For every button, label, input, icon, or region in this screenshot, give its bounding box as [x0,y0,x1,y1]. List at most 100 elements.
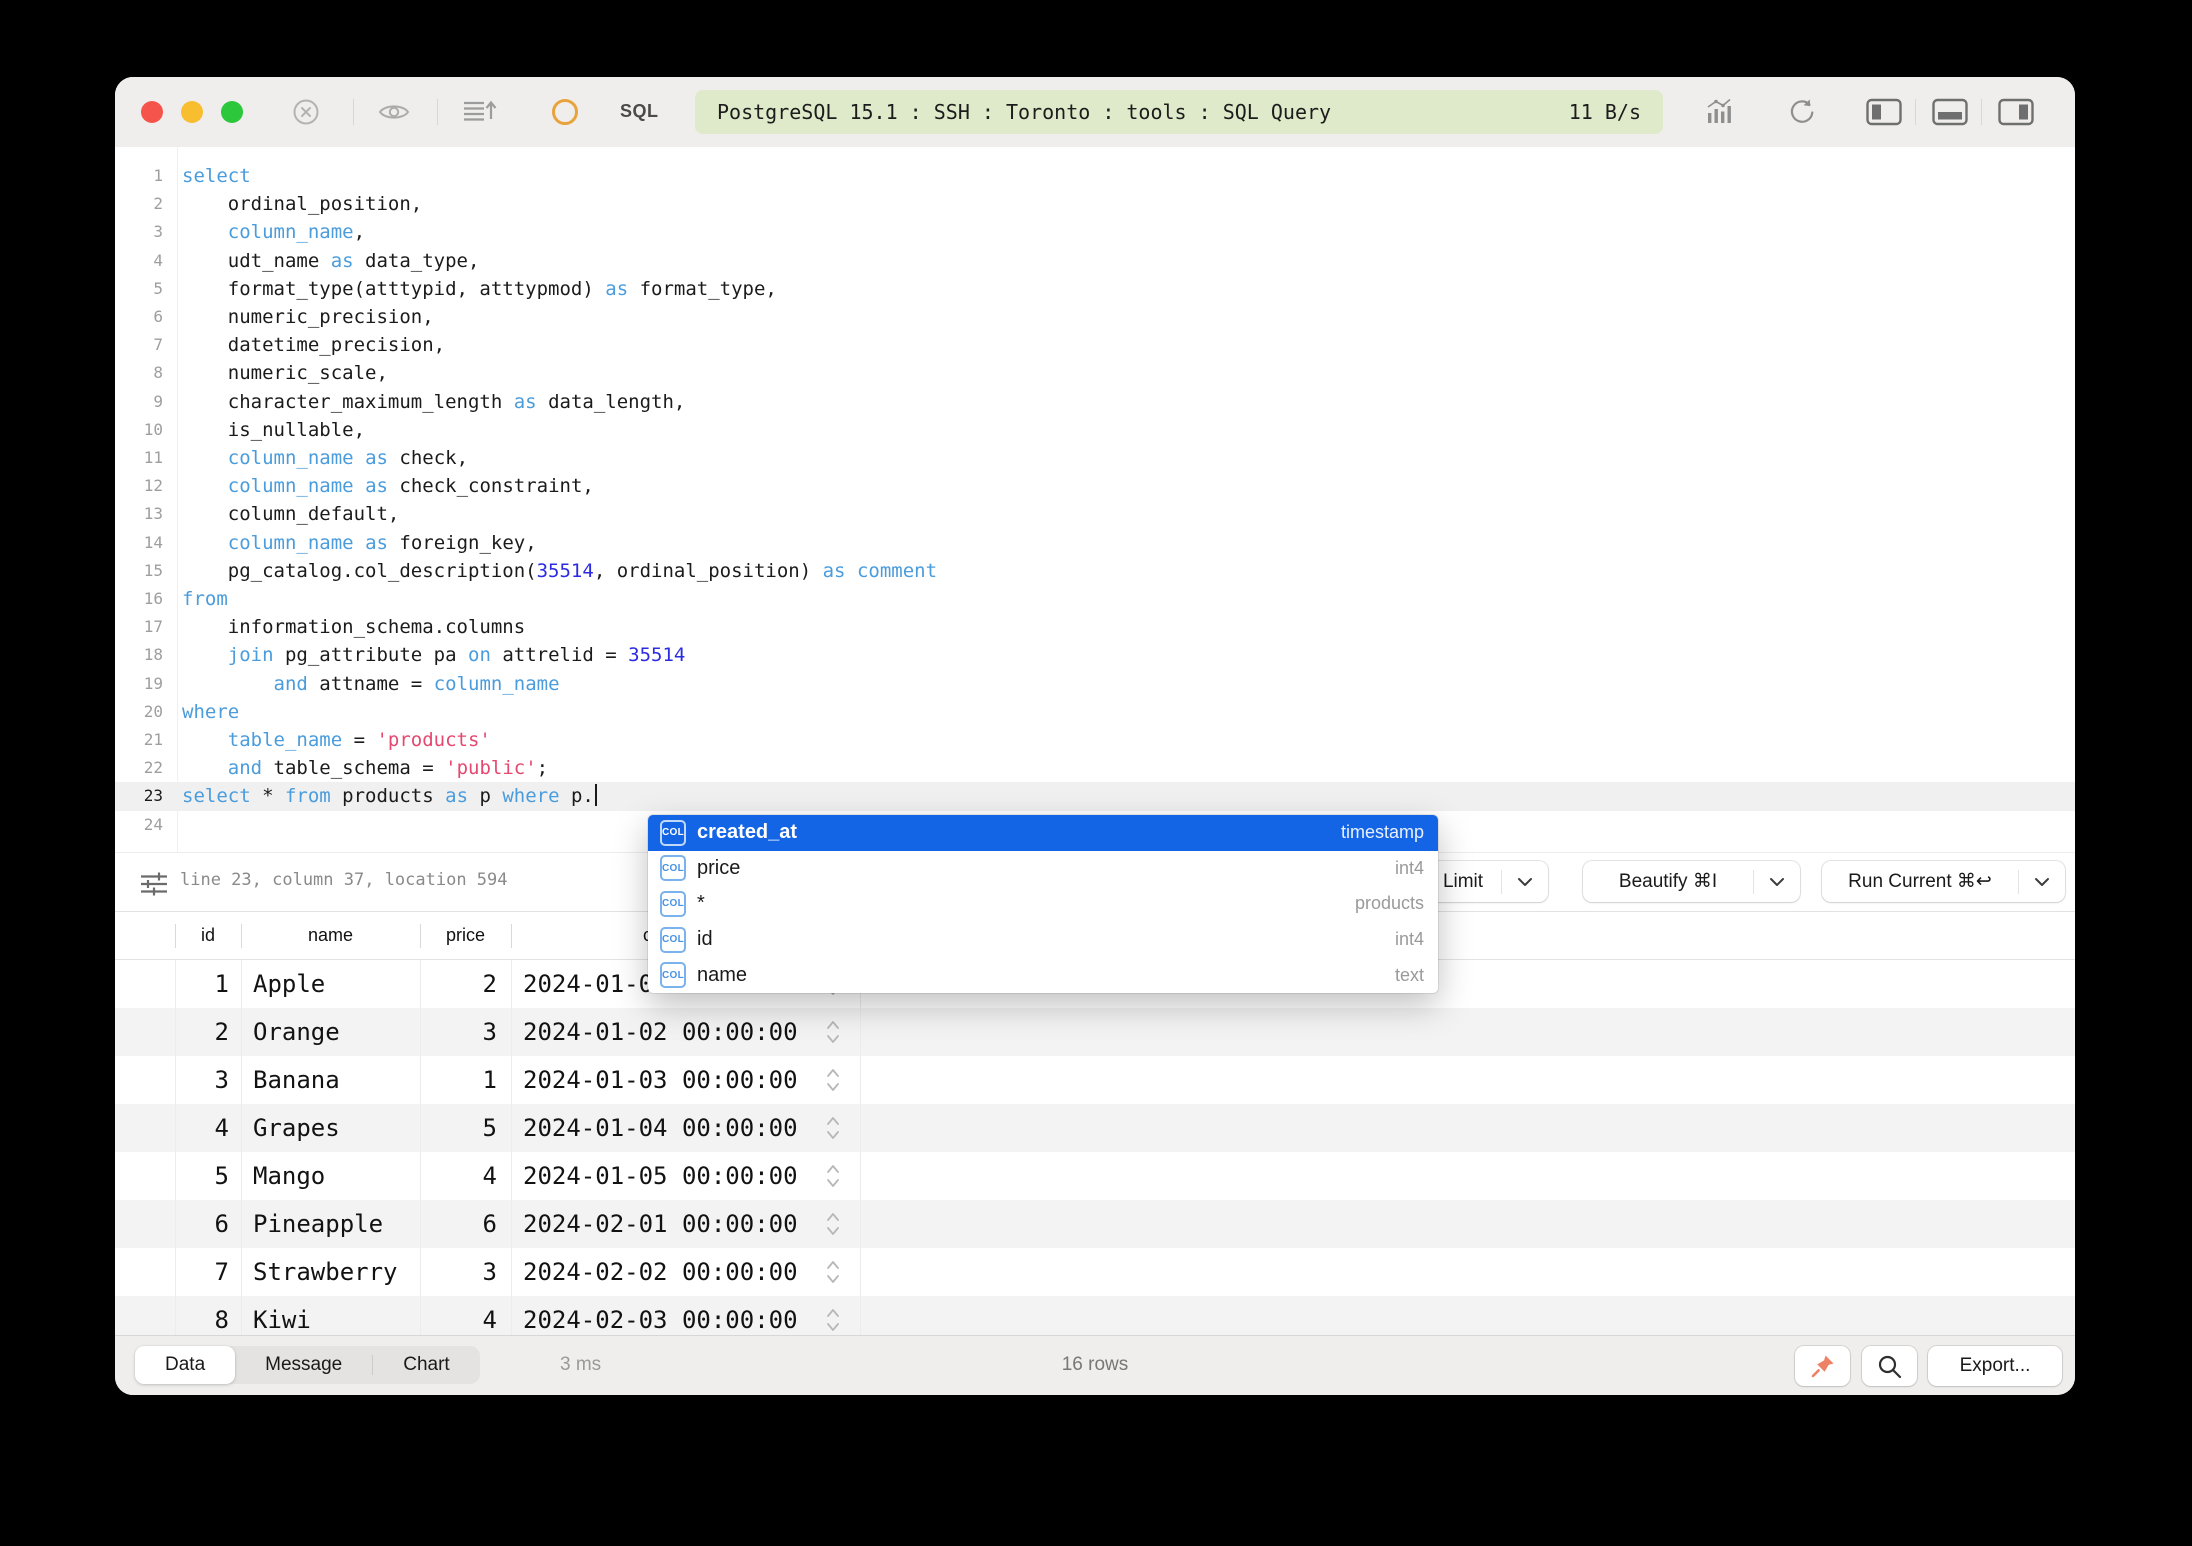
toggle-left-panel-icon[interactable] [1865,97,1903,127]
chevron-down-icon[interactable] [1502,877,1548,887]
column-header-id[interactable]: id [175,912,241,959]
cell-id[interactable]: 8 [175,1296,241,1335]
column-header-name[interactable]: name [241,912,420,959]
cell-id[interactable]: 5 [175,1152,241,1200]
table-row[interactable]: 7Strawberry32024-02-02 00:00:00 [115,1248,2075,1296]
cell-id[interactable]: 2 [175,1008,241,1056]
cell-price[interactable]: 3 [420,1248,511,1296]
cell-name[interactable]: Strawberry [241,1248,420,1296]
minimize-window-button[interactable] [181,101,203,123]
connection-title: PostgreSQL 15.1 : SSH : Toronto : tools … [717,100,1331,124]
preview-eye-icon[interactable] [377,97,411,127]
autocomplete-item[interactable]: COLcreated_attimestamp [648,815,1438,851]
pin-button[interactable] [1795,1346,1850,1386]
cell-name[interactable]: Kiwi [241,1296,420,1335]
line-number: 15 [115,557,163,585]
line-number: 10 [115,416,163,444]
search-button[interactable] [1862,1346,1917,1386]
timestamp-stepper-icon[interactable] [825,1065,841,1095]
column-divider [511,960,512,1335]
cell-created_at[interactable]: 2024-01-05 00:00:00 [511,1152,831,1200]
autocomplete-item[interactable]: COLnametext [648,957,1438,993]
cell-id[interactable]: 4 [175,1104,241,1152]
cancel-query-icon[interactable] [291,97,321,127]
cell-name[interactable]: Mango [241,1152,420,1200]
line-number: 23 [115,782,163,810]
editor-line: 2 ordinal_position, [115,190,2075,218]
cell-created_at[interactable]: 2024-01-04 00:00:00 [511,1104,831,1152]
query-settings-icon[interactable] [137,867,171,901]
cell-name[interactable]: Grapes [241,1104,420,1152]
cell-price[interactable]: 1 [420,1056,511,1104]
toggle-right-panel-icon[interactable] [1997,97,2035,127]
table-row[interactable]: 6Pineapple62024-02-01 00:00:00 [115,1200,2075,1248]
line-number: 9 [115,388,163,416]
run-current-button[interactable]: Run Current ⌘↩ [1822,861,2065,902]
column-divider [175,960,176,1335]
zoom-window-button[interactable] [221,101,243,123]
timestamp-stepper-icon[interactable] [825,1161,841,1191]
timestamp-stepper-icon[interactable] [825,1017,841,1047]
line-number: 7 [115,331,163,359]
column-header-price[interactable]: price [420,912,511,959]
cell-id[interactable]: 3 [175,1056,241,1104]
timestamp-stepper-icon[interactable] [825,1257,841,1287]
cell-id[interactable]: 1 [175,960,241,1008]
autocomplete-item[interactable]: COLpriceint4 [648,851,1438,887]
toggle-bottom-panel-icon[interactable] [1931,97,1969,127]
cell-name[interactable]: Orange [241,1008,420,1056]
query-history-icon[interactable] [461,97,499,127]
column-badge-icon: COL [660,962,686,988]
cell-name[interactable]: Banana [241,1056,420,1104]
pin-icon [1810,1353,1836,1379]
refresh-icon[interactable] [1787,97,1817,127]
cell-id[interactable]: 7 [175,1248,241,1296]
cell-rownum [115,1008,175,1056]
cell-price[interactable]: 3 [420,1008,511,1056]
stats-chart-icon[interactable] [1703,97,1737,127]
table-row[interactable]: 2Orange32024-01-02 00:00:00 [115,1008,2075,1056]
cell-name[interactable]: Pineapple [241,1200,420,1248]
cell-price[interactable]: 5 [420,1104,511,1152]
table-row[interactable]: 3Banana12024-01-03 00:00:00 [115,1056,2075,1104]
chevron-down-icon[interactable] [1754,877,1800,887]
timestamp-stepper-icon[interactable] [825,1113,841,1143]
line-number: 1 [115,162,163,190]
cell-rownum [115,960,175,1008]
autocomplete-item[interactable]: COL*products [648,886,1438,922]
cell-created_at[interactable]: 2024-02-02 00:00:00 [511,1248,831,1296]
close-window-button[interactable] [141,101,163,123]
cell-price[interactable]: 2 [420,960,511,1008]
cell-id[interactable]: 6 [175,1200,241,1248]
line-number: 5 [115,275,163,303]
cell-created_at[interactable]: 2024-02-01 00:00:00 [511,1200,831,1248]
line-number: 18 [115,641,163,669]
cell-created_at[interactable]: 2024-01-03 00:00:00 [511,1056,831,1104]
editor-line: 3 column_name, [115,218,2075,246]
cell-rownum [115,1248,175,1296]
line-number: 14 [115,529,163,557]
timestamp-stepper-icon[interactable] [825,1305,841,1335]
divider [1981,99,1982,125]
autocomplete-item[interactable]: COLidint4 [648,922,1438,958]
column-divider [241,960,242,1335]
table-row[interactable]: 8Kiwi42024-02-03 00:00:00 [115,1296,2075,1335]
limit-button[interactable]: Limit [1425,861,1548,902]
table-body: 1Apple22024-01-01 00:00:002Orange32024-0… [115,960,2075,1335]
beautify-button[interactable]: Beautify ⌘I [1583,861,1800,902]
cell-name[interactable]: Apple [241,960,420,1008]
sql-editor[interactable]: 1select2 ordinal_position,3 column_name,… [115,147,2075,852]
cursor-position-status: line 23, column 37, location 594 [180,870,508,890]
timestamp-stepper-icon[interactable] [825,1209,841,1239]
export-button[interactable]: Export... [1928,1346,2062,1386]
editor-line: 10 is_nullable, [115,416,2075,444]
cell-created_at[interactable]: 2024-02-03 00:00:00 [511,1296,831,1335]
search-icon [1876,1353,1903,1380]
table-row[interactable]: 5Mango42024-01-05 00:00:00 [115,1152,2075,1200]
table-row[interactable]: 4Grapes52024-01-04 00:00:00 [115,1104,2075,1152]
chevron-down-icon[interactable] [2019,877,2065,887]
cell-price[interactable]: 6 [420,1200,511,1248]
cell-price[interactable]: 4 [420,1152,511,1200]
cell-created_at[interactable]: 2024-01-02 00:00:00 [511,1008,831,1056]
cell-price[interactable]: 4 [420,1296,511,1335]
